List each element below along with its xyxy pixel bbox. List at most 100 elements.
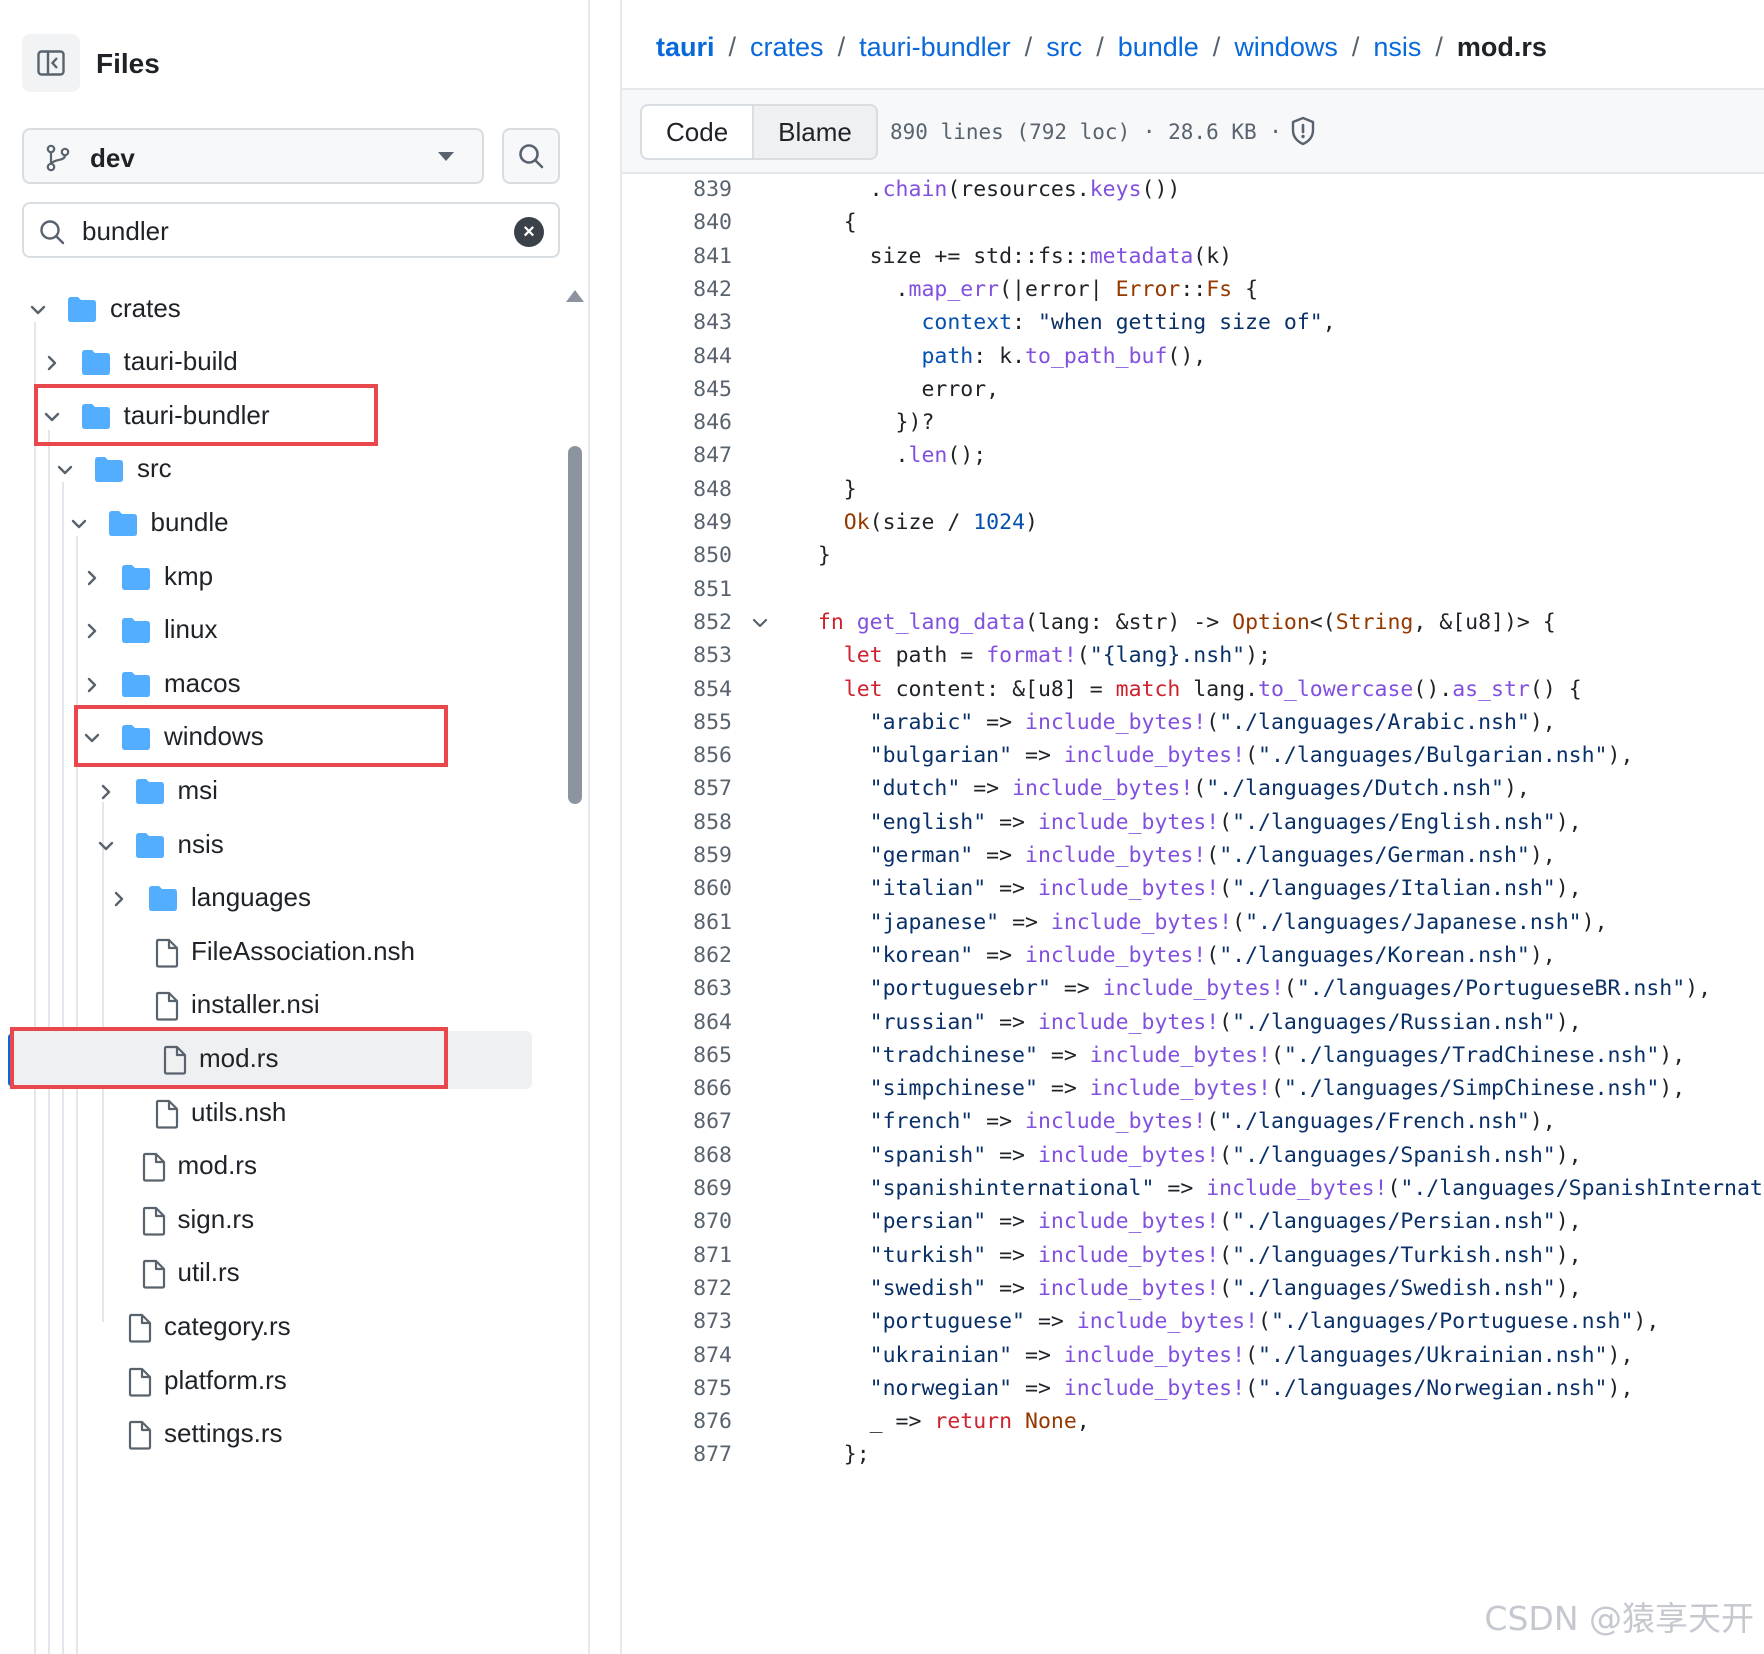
chevron-down-icon[interactable] [50,455,80,485]
tab-code[interactable]: Code [642,106,755,158]
tree-file-utils-nsh[interactable]: utils.nsh [0,1085,540,1143]
line-number[interactable]: 854 [656,671,732,708]
line-number[interactable]: 871 [656,1237,732,1274]
line-number[interactable]: 847 [656,437,732,474]
chevron-right-icon[interactable] [104,884,134,914]
breadcrumb-separator: / [1351,32,1360,62]
code-line: 855 "arabic" => include_bytes!("./langua… [622,704,1764,741]
tree-folder-msi[interactable]: msi [0,763,540,821]
tree-folder-nsis[interactable]: nsis [0,817,540,875]
line-number[interactable]: 846 [656,404,732,441]
code-line: 849 Ok(size / 1024) [622,504,1764,541]
tree-folder-bundle[interactable]: bundle [0,495,540,553]
tree-folder-src[interactable]: src [0,441,540,499]
line-number[interactable]: 864 [656,1004,732,1041]
code-text: "swedish" => include_bytes!("./languages… [869,1275,1582,1301]
line-number[interactable]: 856 [656,737,732,774]
chevron-right-icon[interactable] [77,563,107,593]
tree-folder-kmp[interactable]: kmp [0,549,540,607]
chevron-down-icon[interactable] [64,509,94,539]
tree-file-platform-rs[interactable]: platform.rs [0,1353,540,1411]
line-number[interactable]: 843 [656,304,732,341]
line-number[interactable]: 849 [656,504,732,541]
line-number[interactable]: 845 [656,371,732,408]
tree-file-category-rs[interactable]: category.rs [0,1299,540,1357]
code-text: let content: &[u8] = match lang.to_lower… [843,676,1582,702]
chevron-right-icon[interactable] [91,777,121,807]
tree-file-mod-rs[interactable]: mod.rs [0,1138,540,1196]
code-text: "ukrainian" => include_bytes!("./languag… [869,1342,1634,1368]
line-number[interactable]: 841 [656,238,732,275]
scroll-up-arrow-icon[interactable] [566,290,584,302]
code-line: 844 path: k.to_path_buf(), [622,338,1764,375]
sidebar-toggle-button[interactable] [22,34,80,92]
line-number[interactable]: 872 [656,1270,732,1307]
line-number[interactable]: 853 [656,637,732,674]
annotation-highlight-box [10,1027,448,1089]
line-number[interactable]: 870 [656,1203,732,1240]
breadcrumb-link-tauri-bundler[interactable]: tauri-bundler [859,32,1011,62]
tree-file-util-rs[interactable]: util.rs [0,1245,540,1303]
line-number[interactable]: 869 [656,1170,732,1207]
tree-file-settings-rs[interactable]: settings.rs [0,1406,540,1464]
line-number[interactable]: 863 [656,970,732,1007]
folder-icon [120,616,152,646]
shield-icon[interactable] [1290,116,1316,146]
chevron-right-icon[interactable] [77,616,107,646]
breadcrumb-current-file: mod.rs [1456,32,1547,62]
fold-chevron-down-icon[interactable] [750,613,770,639]
line-number[interactable]: 850 [656,537,732,574]
tree-item-label: src [137,453,172,484]
line-number[interactable]: 852 [656,604,732,641]
line-number[interactable]: 862 [656,937,732,974]
line-number[interactable]: 873 [656,1303,732,1340]
breadcrumb-link-src[interactable]: src [1046,32,1082,62]
line-number[interactable]: 842 [656,271,732,308]
git-branch-icon [46,144,70,172]
chevron-right-icon[interactable] [77,670,107,700]
chevron-down-icon[interactable] [91,831,121,861]
line-number[interactable]: 868 [656,1137,732,1174]
line-number[interactable]: 857 [656,770,732,807]
line-number[interactable]: 861 [656,904,732,941]
file-filter-input[interactable] [82,214,482,248]
line-number[interactable]: 866 [656,1070,732,1107]
line-number[interactable]: 840 [656,204,732,241]
tree-folder-linux[interactable]: linux [0,602,540,660]
code-text: "german" => include_bytes!("./languages/… [869,843,1556,868]
code-text: .chain(resources.keys()) [792,177,1181,202]
line-number[interactable]: 858 [656,804,732,841]
breadcrumb-link-nsis[interactable]: nsis [1373,32,1421,62]
line-number[interactable]: 855 [656,704,732,741]
line-number[interactable]: 874 [656,1337,732,1374]
chevron-down-icon[interactable] [23,295,53,325]
tree-folder-languages[interactable]: languages [0,870,540,928]
branch-selector-button[interactable]: dev [22,128,484,184]
line-number[interactable]: 865 [656,1037,732,1074]
line-number[interactable]: 860 [656,870,732,907]
file-filter-field[interactable]: × [22,202,560,258]
breadcrumb-link-crates[interactable]: crates [750,32,824,62]
tree-file-sign-rs[interactable]: sign.rs [0,1192,540,1250]
line-number[interactable]: 839 [656,176,732,208]
file-search-button[interactable] [502,128,560,184]
breadcrumb-link-tauri[interactable]: tauri [656,32,715,62]
tree-scrollbar-thumb[interactable] [568,446,582,804]
tab-blame[interactable]: Blame [754,106,876,158]
line-number[interactable]: 867 [656,1103,732,1140]
search-icon [40,220,65,245]
breadcrumb-link-bundle[interactable]: bundle [1118,32,1199,62]
tree-file-fileassociation-nsh[interactable]: FileAssociation.nsh [0,924,540,982]
line-number[interactable]: 875 [656,1370,732,1407]
line-number[interactable]: 848 [656,471,732,508]
breadcrumb-link-windows[interactable]: windows [1234,32,1338,62]
x-circle-fill-icon[interactable]: × [514,217,544,247]
code-text: context: "when getting size of", [921,310,1336,336]
chevron-right-icon[interactable] [37,348,67,378]
line-number[interactable]: 877 [656,1436,732,1473]
code-line: 875 "norwegian" => include_bytes!("./lan… [622,1370,1764,1407]
line-number[interactable]: 844 [656,338,732,375]
line-number[interactable]: 851 [656,571,732,608]
line-number[interactable]: 876 [656,1403,732,1440]
line-number[interactable]: 859 [656,837,732,874]
